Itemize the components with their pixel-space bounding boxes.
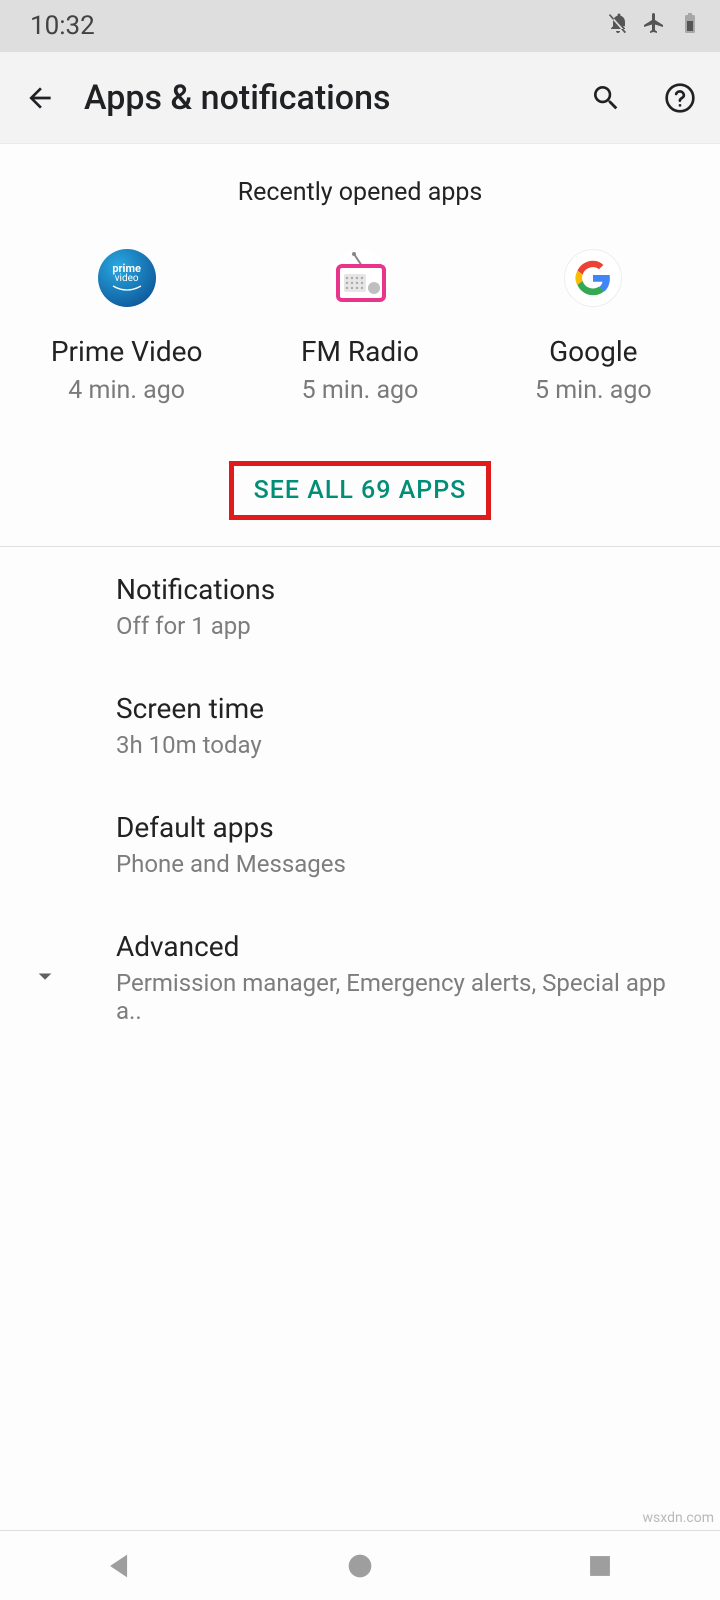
status-time: 10:32: [30, 11, 95, 41]
circle-home-icon: [343, 1549, 377, 1583]
app-time: 4 min. ago: [68, 376, 185, 405]
square-recents-icon: [583, 1549, 617, 1583]
setting-default-apps[interactable]: Default apps Phone and Messages: [0, 785, 720, 904]
recent-app-fm-radio[interactable]: FM Radio 5 min. ago: [255, 249, 465, 405]
recent-apps-row: primevideo Prime Video 4 min. ago: [0, 225, 720, 415]
app-name: Prime Video: [51, 335, 203, 368]
triangle-back-icon: [103, 1549, 137, 1583]
nav-home-button[interactable]: [343, 1549, 377, 1583]
back-button[interactable]: [24, 82, 56, 114]
setting-title: Default apps: [116, 811, 696, 844]
dnd-off-icon: [606, 11, 630, 42]
recent-section-title: Recently opened apps: [0, 144, 720, 225]
setting-title: Screen time: [116, 692, 696, 725]
watermark: wsxdn.com: [643, 1510, 714, 1526]
search-icon: [590, 82, 622, 114]
nav-back-button[interactable]: [103, 1549, 137, 1583]
page-title: Apps & notifications: [84, 78, 562, 118]
setting-sub: 3h 10m today: [116, 731, 696, 759]
app-bar: Apps & notifications: [0, 52, 720, 144]
google-icon: [564, 249, 622, 307]
back-arrow-icon: [24, 82, 56, 114]
see-all-apps-button[interactable]: SEE ALL 69 APPS: [229, 461, 492, 520]
setting-sub: Permission manager, Emergency alerts, Sp…: [116, 969, 696, 1025]
nav-recents-button[interactable]: [583, 1549, 617, 1583]
setting-advanced[interactable]: Advanced Permission manager, Emergency a…: [0, 904, 720, 1051]
airplane-icon: [642, 11, 666, 42]
app-time: 5 min. ago: [535, 376, 652, 405]
help-button[interactable]: [664, 82, 696, 114]
status-icons: [606, 11, 702, 42]
setting-screen-time[interactable]: Screen time 3h 10m today: [0, 666, 720, 785]
see-all-wrap: SEE ALL 69 APPS: [0, 415, 720, 546]
app-name: Google: [549, 335, 637, 368]
setting-sub: Off for 1 app: [116, 612, 696, 640]
app-name: FM Radio: [301, 335, 419, 368]
content: Recently opened apps primevideo Prime Vi…: [0, 144, 720, 1530]
recent-app-prime-video[interactable]: primevideo Prime Video 4 min. ago: [22, 249, 232, 405]
setting-sub: Phone and Messages: [116, 850, 696, 878]
app-time: 5 min. ago: [302, 376, 419, 405]
chevron-down-icon: [30, 961, 60, 995]
battery-icon: [678, 11, 702, 42]
status-bar: 10:32: [0, 0, 720, 52]
search-button[interactable]: [590, 82, 622, 114]
fm-radio-icon: [331, 249, 389, 307]
setting-title: Advanced: [116, 930, 696, 963]
setting-title: Notifications: [116, 573, 696, 606]
see-all-label: SEE ALL 69 APPS: [254, 476, 467, 505]
system-nav-bar: [0, 1530, 720, 1600]
help-icon: [664, 82, 696, 114]
prime-video-icon: primevideo: [98, 249, 156, 307]
setting-notifications[interactable]: Notifications Off for 1 app: [0, 547, 720, 666]
recent-app-google[interactable]: Google 5 min. ago: [488, 249, 698, 405]
